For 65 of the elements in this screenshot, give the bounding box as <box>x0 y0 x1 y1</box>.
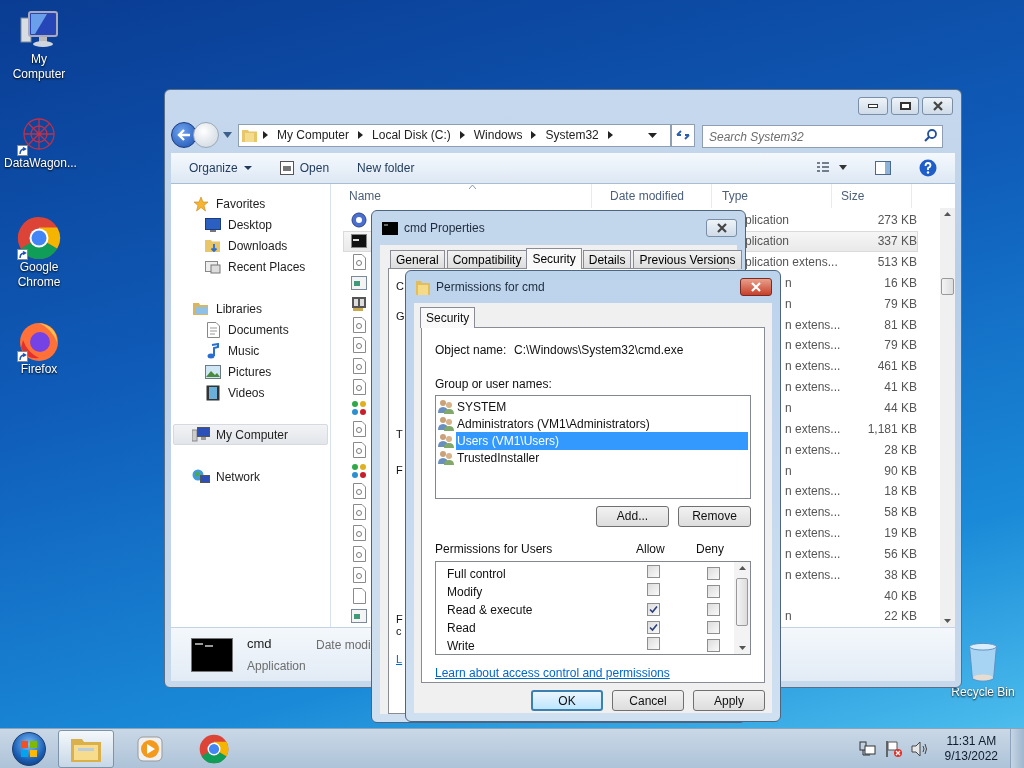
size-cell-text: 337 KB <box>876 233 917 251</box>
type-cell: plication extens... <box>745 255 838 270</box>
deny-header: Deny <box>696 540 724 558</box>
type-cell: n extens... <box>785 380 841 395</box>
size-cell-text: 19 KB <box>883 525 917 543</box>
type-cell: n <box>785 296 792 311</box>
size-cell-text: 44 KB <box>883 400 917 417</box>
size-cell-text: 56 KB <box>883 545 917 563</box>
type-cell: n <box>785 609 792 624</box>
size-cell-text: 40 KB <box>883 587 917 605</box>
type-cell: n extens... <box>785 338 841 353</box>
permission-name: Modify <box>447 583 484 601</box>
label-fragment: F <box>396 464 403 477</box>
size-cell-text: 90 KB <box>883 462 917 480</box>
label-fragment: F <box>396 613 403 626</box>
label-fragment: c <box>396 625 402 638</box>
size-cell-text: 38 KB <box>883 566 917 584</box>
permission-name: Full control <box>447 565 507 583</box>
permission-name: Write <box>447 637 476 654</box>
type-cell: n extens... <box>785 442 841 457</box>
size-cell-text: 22 KB <box>883 608 917 626</box>
desktop-icon-label: DataWagon... <box>4 156 74 171</box>
object-name-label: Object name: <box>435 342 508 359</box>
permissions-label: Permissions for Users <box>435 540 554 558</box>
label-fragment: C <box>396 280 404 293</box>
type-cell: n extens... <box>785 546 841 561</box>
type-cell: n extens... <box>785 505 841 520</box>
type-cell: n extens... <box>785 484 841 499</box>
label-fragment: G <box>396 310 405 323</box>
type-cell: n extens... <box>785 317 841 332</box>
type-cell: n <box>785 463 792 478</box>
desktop-icon-label: My Computer <box>11 52 67 82</box>
size-cell-text: 16 KB <box>883 274 917 292</box>
type-cell: plication <box>745 234 790 249</box>
size-cell-text: 513 KB <box>876 254 917 272</box>
size-cell-text: 79 KB <box>883 337 917 355</box>
type-cell: n extens... <box>785 421 841 436</box>
size-cell-text: 273 KB <box>876 212 917 230</box>
date-label: Date modi <box>316 637 371 654</box>
window-title: cmd Properties <box>404 220 485 237</box>
size-cell-text: 18 KB <box>883 483 917 501</box>
desktop-icon-label: Recycle Bin <box>950 685 1016 700</box>
desktop-icon-label: Google Chrome <box>16 260 62 290</box>
permission-name: Read & execute <box>447 601 534 619</box>
permission-name: Read <box>447 619 477 637</box>
size-cell-text: 81 KB <box>883 316 917 334</box>
size-cell-text: 1,181 KB <box>866 420 917 438</box>
label-fragment: T <box>396 428 403 441</box>
allow-header: Allow <box>636 540 666 558</box>
size-cell-text: 461 KB <box>876 358 917 376</box>
file-name: cmd <box>247 635 273 654</box>
type-cell: plication <box>745 213 790 228</box>
type-cell: n extens... <box>785 567 841 582</box>
size-cell-text: 58 KB <box>883 504 917 522</box>
object-name-value: C:\Windows\System32\cmd.exe <box>514 342 684 359</box>
size-cell-text: 28 KB <box>883 441 917 459</box>
size-cell-text: 79 KB <box>883 295 917 313</box>
size-cell-text: 41 KB <box>883 379 917 397</box>
type-cell: n extens... <box>785 359 841 374</box>
type-cell: n extens... <box>785 526 841 541</box>
type-cell: n <box>785 401 792 415</box>
window-title: Permissions for cmd <box>436 279 545 296</box>
groups-label: Group or user names: <box>435 376 553 393</box>
desktop-icon-label: Firefox <box>19 362 59 377</box>
type-cell: n <box>785 275 792 290</box>
